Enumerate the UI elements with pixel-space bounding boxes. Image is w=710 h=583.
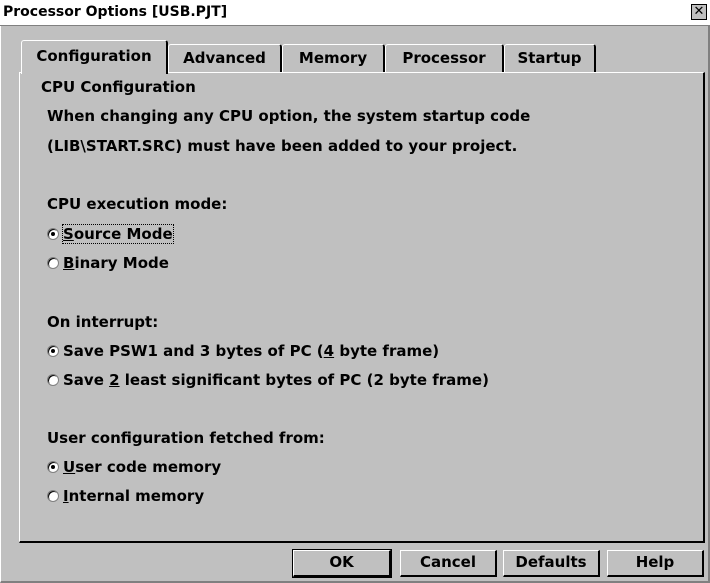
user-config-label: User configuration fetched from: (47, 429, 325, 447)
binary-mode-radio[interactable]: Binary Mode (47, 254, 169, 272)
note-line-2: (LIB\START.SRC) must have been added to … (47, 137, 518, 155)
user-code-memory-radio[interactable]: User code memory (47, 458, 221, 476)
tab-configuration[interactable]: Configuration (21, 40, 168, 74)
tab-advanced[interactable]: Advanced (168, 44, 282, 73)
save-2-byte-frame-radio[interactable]: Save 2 least significant bytes of PC (2 … (47, 371, 489, 389)
tab-label: Startup (517, 49, 582, 67)
radio-unselected-icon[interactable] (47, 374, 59, 386)
internal-memory-label: Internal memory (63, 487, 205, 505)
note-line-1: When changing any CPU option, the system… (47, 107, 531, 125)
tab-label: Memory (298, 49, 368, 67)
tab-label: Processor (402, 49, 486, 67)
exec-mode-label: CPU execution mode: (47, 195, 228, 213)
source-mode-radio[interactable]: Source Mode (47, 224, 174, 244)
cancel-button[interactable]: Cancel (400, 550, 497, 577)
radio-selected-icon[interactable] (47, 228, 59, 240)
save-4-byte-frame-radio[interactable]: Save PSW1 and 3 bytes of PC (4 byte fram… (47, 342, 439, 360)
ok-button[interactable]: OK (292, 549, 392, 578)
tab-label: Configuration (36, 47, 152, 65)
tab-memory[interactable]: Memory (282, 44, 385, 73)
close-icon: ✕ (693, 4, 705, 19)
save-2-byte-frame-label: Save 2 least significant bytes of PC (2 … (63, 371, 489, 389)
source-mode-label: Source Mode (62, 224, 174, 244)
tab-processor[interactable]: Processor (385, 44, 504, 73)
tab-startup[interactable]: Startup (504, 44, 596, 73)
radio-selected-icon[interactable] (47, 345, 59, 357)
interrupt-label: On interrupt: (47, 313, 159, 331)
title-bar[interactable]: Processor Options [USB.PJT] ✕ (0, 0, 710, 26)
radio-unselected-icon[interactable] (47, 257, 59, 269)
binary-mode-label: Binary Mode (63, 254, 169, 272)
internal-memory-radio[interactable]: Internal memory (47, 487, 204, 505)
tab-label: Advanced (183, 49, 266, 67)
help-button[interactable]: Help (607, 550, 704, 577)
save-4-byte-frame-label: Save PSW1 and 3 bytes of PC (4 byte fram… (63, 342, 440, 360)
window-title: Processor Options [USB.PJT] (3, 4, 228, 20)
radio-selected-icon[interactable] (47, 461, 59, 473)
radio-unselected-icon[interactable] (47, 490, 59, 502)
group-title: CPU Configuration (38, 78, 199, 96)
user-code-memory-label: User code memory (63, 458, 222, 476)
close-button[interactable]: ✕ (691, 4, 707, 20)
defaults-button[interactable]: Defaults (503, 550, 600, 577)
